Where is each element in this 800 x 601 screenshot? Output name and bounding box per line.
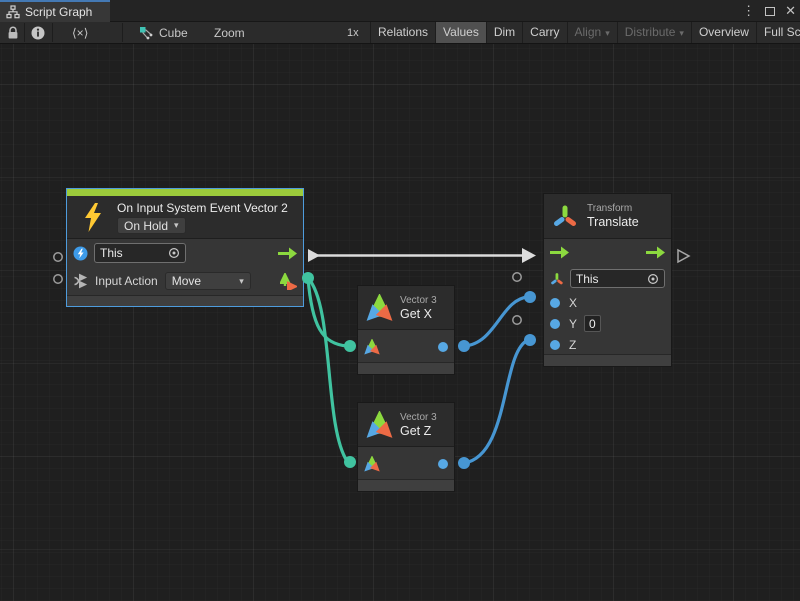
transform-port-icon[interactable] xyxy=(550,272,564,286)
vector3-icon xyxy=(366,411,393,439)
translate-y-label: Y xyxy=(569,317,577,331)
vector3-icon xyxy=(366,294,393,322)
translate-header: Transform Translate xyxy=(544,194,671,239)
dim-button[interactable]: Dim xyxy=(486,22,522,43)
distribute-button[interactable]: Distribute▾ xyxy=(617,22,691,43)
translate-target-field[interactable]: This xyxy=(570,269,665,288)
script-graph-window: Script Graph ⋮ ✕ ⟨×⟩ xyxy=(0,0,800,601)
translate-z-port[interactable] xyxy=(550,340,560,350)
event-this-row: This xyxy=(67,239,303,267)
translate-flow-row xyxy=(544,239,671,265)
translate-title: Translate xyxy=(587,215,639,230)
toolbar-separator xyxy=(122,23,123,42)
toolbar-separator xyxy=(52,23,53,42)
translate-x-port[interactable] xyxy=(550,298,560,308)
translate-y-value-field[interactable]: 0 xyxy=(584,315,601,332)
info-icon xyxy=(31,26,45,40)
translate-z-label: Z xyxy=(569,338,576,352)
event-node-header: On Input System Event Vector 2 On Hold ▾ xyxy=(67,196,303,239)
event-input-action-row: Input Action Move ▾ xyxy=(67,267,303,295)
graph-hierarchy-icon xyxy=(6,5,20,19)
get-x-category: Vector 3 xyxy=(400,294,437,307)
toolbar-separator xyxy=(24,23,25,42)
event-target-field[interactable]: This xyxy=(94,243,186,263)
event-node-green-strip xyxy=(67,189,303,196)
tab-title: Script Graph xyxy=(25,5,92,19)
node-vector3-get-x[interactable]: Vector 3 Get X xyxy=(357,285,455,375)
flow-input-arrow-icon[interactable] xyxy=(550,246,569,259)
edit-graph-button[interactable]: ⟨×⟩ xyxy=(72,22,88,43)
event-mode-dropdown[interactable]: On Hold ▾ xyxy=(117,217,186,234)
get-x-footer xyxy=(358,362,454,374)
flow-output-arrow-icon[interactable] xyxy=(646,246,665,259)
node-vector3-get-z[interactable]: Vector 3 Get Z xyxy=(357,402,455,492)
relations-button[interactable]: Relations xyxy=(370,22,435,43)
maximize-icon[interactable] xyxy=(765,7,775,16)
input-action-dropdown[interactable]: Move ▾ xyxy=(165,272,251,290)
lock-icon xyxy=(7,26,19,40)
get-z-output-port[interactable] xyxy=(438,459,448,469)
get-x-header: Vector 3 Get X xyxy=(358,286,454,330)
object-picker-icon[interactable] xyxy=(168,247,180,259)
zoom-label: Zoom xyxy=(214,22,245,43)
caret-down-icon: ▾ xyxy=(679,28,684,38)
event-node-title: On Input System Event Vector 2 xyxy=(117,201,288,215)
translate-z-row: Z xyxy=(544,334,671,355)
translate-category: Transform xyxy=(587,202,639,215)
get-z-category: Vector 3 xyxy=(400,411,437,424)
get-z-footer xyxy=(358,479,454,491)
transform-icon xyxy=(552,203,578,229)
carry-button[interactable]: Carry xyxy=(522,22,566,43)
menu-icon[interactable]: ⋮ xyxy=(742,0,755,22)
info-button[interactable] xyxy=(31,22,45,43)
graph-breadcrumb[interactable]: Cube xyxy=(139,22,188,43)
input-action-label: Input Action xyxy=(95,274,158,288)
tab-script-graph[interactable]: Script Graph xyxy=(0,0,110,22)
event-node-footer xyxy=(67,295,303,306)
object-picker-icon[interactable] xyxy=(647,273,659,285)
lock-button[interactable] xyxy=(7,22,19,43)
values-button[interactable]: Values xyxy=(435,22,486,43)
graph-asset-icon xyxy=(139,26,153,40)
zoom-value: 1x xyxy=(347,22,359,43)
translate-x-label: X xyxy=(569,296,577,310)
window-controls: ⋮ ✕ xyxy=(742,0,796,22)
get-x-title: Get X xyxy=(400,307,437,322)
align-button[interactable]: Align▾ xyxy=(567,22,617,43)
get-x-body-row xyxy=(358,330,454,363)
vector3-input-port-icon[interactable] xyxy=(364,456,380,472)
get-x-output-port[interactable] xyxy=(438,342,448,352)
overview-button[interactable]: Overview xyxy=(691,22,756,43)
caret-down-icon: ▾ xyxy=(174,220,179,231)
node-on-input-system-event[interactable]: On Input System Event Vector 2 On Hold ▾… xyxy=(66,188,304,307)
translate-footer xyxy=(544,354,671,366)
caret-down-icon: ▾ xyxy=(239,276,244,287)
get-z-header: Vector 3 Get Z xyxy=(358,403,454,447)
toolbar: ⟨×⟩ Cube Zoom 1x Relations Values Dim Ca… xyxy=(0,22,800,44)
get-z-title: Get Z xyxy=(400,424,437,439)
lightning-bolt-icon xyxy=(82,203,104,233)
get-z-body-row xyxy=(358,447,454,480)
title-bar: Script Graph ⋮ ✕ xyxy=(0,0,800,22)
vector3-input-port-icon[interactable] xyxy=(364,339,380,355)
translate-this-row: This xyxy=(544,265,671,292)
caret-down-icon: ▾ xyxy=(605,28,610,38)
code-icon: ⟨×⟩ xyxy=(72,26,88,40)
vector2-output-icon[interactable] xyxy=(280,273,297,290)
node-transform-translate[interactable]: Transform Translate T xyxy=(543,193,672,367)
input-action-icon xyxy=(73,273,89,289)
translate-x-row: X xyxy=(544,292,671,313)
toolbar-button-group: Relations Values Dim Carry Align▾ Distri… xyxy=(370,22,800,43)
translate-y-port[interactable] xyxy=(550,319,560,329)
flow-output-arrow-icon[interactable] xyxy=(278,247,297,260)
graph-name: Cube xyxy=(159,26,188,40)
fullscreen-button[interactable]: Full Screen xyxy=(756,22,800,43)
close-icon[interactable]: ✕ xyxy=(785,0,796,22)
translate-y-row: Y 0 xyxy=(544,313,671,334)
player-input-icon xyxy=(73,246,88,261)
